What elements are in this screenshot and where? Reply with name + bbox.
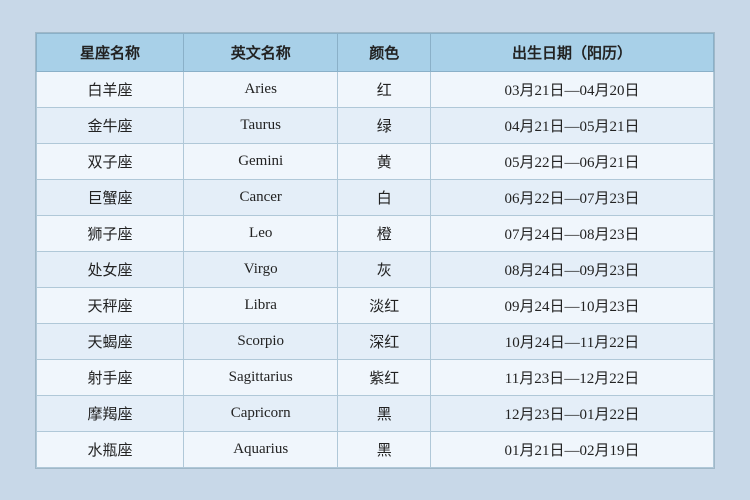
cell-9-1: Capricorn <box>183 395 337 431</box>
cell-5-0: 处女座 <box>37 251 184 287</box>
cell-10-0: 水瓶座 <box>37 431 184 467</box>
cell-6-0: 天秤座 <box>37 287 184 323</box>
cell-9-2: 黑 <box>338 395 431 431</box>
cell-10-2: 黑 <box>338 431 431 467</box>
cell-9-3: 12月23日—01月22日 <box>430 395 713 431</box>
header-birth-date: 出生日期（阳历） <box>430 33 713 71</box>
cell-2-0: 双子座 <box>37 143 184 179</box>
cell-1-2: 绿 <box>338 107 431 143</box>
cell-8-0: 射手座 <box>37 359 184 395</box>
cell-4-3: 07月24日—08月23日 <box>430 215 713 251</box>
cell-0-3: 03月21日—04月20日 <box>430 71 713 107</box>
cell-10-3: 01月21日—02月19日 <box>430 431 713 467</box>
table-row: 狮子座Leo橙07月24日—08月23日 <box>37 215 714 251</box>
cell-6-1: Libra <box>183 287 337 323</box>
zodiac-table-container: 星座名称 英文名称 颜色 出生日期（阳历） 白羊座Aries红03月21日—04… <box>35 32 715 469</box>
table-row: 巨蟹座Cancer白06月22日—07月23日 <box>37 179 714 215</box>
cell-7-0: 天蝎座 <box>37 323 184 359</box>
cell-8-1: Sagittarius <box>183 359 337 395</box>
cell-0-0: 白羊座 <box>37 71 184 107</box>
table-row: 天秤座Libra淡红09月24日—10月23日 <box>37 287 714 323</box>
header-chinese-name: 星座名称 <box>37 33 184 71</box>
cell-0-2: 红 <box>338 71 431 107</box>
cell-1-1: Taurus <box>183 107 337 143</box>
cell-6-2: 淡红 <box>338 287 431 323</box>
cell-2-2: 黄 <box>338 143 431 179</box>
cell-5-1: Virgo <box>183 251 337 287</box>
header-english-name: 英文名称 <box>183 33 337 71</box>
cell-5-3: 08月24日—09月23日 <box>430 251 713 287</box>
table-row: 白羊座Aries红03月21日—04月20日 <box>37 71 714 107</box>
cell-1-3: 04月21日—05月21日 <box>430 107 713 143</box>
cell-9-0: 摩羯座 <box>37 395 184 431</box>
cell-8-3: 11月23日—12月22日 <box>430 359 713 395</box>
zodiac-table: 星座名称 英文名称 颜色 出生日期（阳历） 白羊座Aries红03月21日—04… <box>36 33 714 468</box>
table-header-row: 星座名称 英文名称 颜色 出生日期（阳历） <box>37 33 714 71</box>
cell-4-2: 橙 <box>338 215 431 251</box>
table-row: 金牛座Taurus绿04月21日—05月21日 <box>37 107 714 143</box>
cell-7-1: Scorpio <box>183 323 337 359</box>
cell-7-3: 10月24日—11月22日 <box>430 323 713 359</box>
cell-2-1: Gemini <box>183 143 337 179</box>
cell-5-2: 灰 <box>338 251 431 287</box>
table-row: 双子座Gemini黄05月22日—06月21日 <box>37 143 714 179</box>
cell-3-3: 06月22日—07月23日 <box>430 179 713 215</box>
cell-4-1: Leo <box>183 215 337 251</box>
table-row: 处女座Virgo灰08月24日—09月23日 <box>37 251 714 287</box>
cell-0-1: Aries <box>183 71 337 107</box>
cell-6-3: 09月24日—10月23日 <box>430 287 713 323</box>
table-row: 水瓶座Aquarius黑01月21日—02月19日 <box>37 431 714 467</box>
table-row: 天蝎座Scorpio深红10月24日—11月22日 <box>37 323 714 359</box>
cell-3-1: Cancer <box>183 179 337 215</box>
cell-4-0: 狮子座 <box>37 215 184 251</box>
cell-3-2: 白 <box>338 179 431 215</box>
cell-8-2: 紫红 <box>338 359 431 395</box>
cell-2-3: 05月22日—06月21日 <box>430 143 713 179</box>
table-row: 射手座Sagittarius紫红11月23日—12月22日 <box>37 359 714 395</box>
table-row: 摩羯座Capricorn黑12月23日—01月22日 <box>37 395 714 431</box>
cell-3-0: 巨蟹座 <box>37 179 184 215</box>
cell-7-2: 深红 <box>338 323 431 359</box>
cell-1-0: 金牛座 <box>37 107 184 143</box>
header-color: 颜色 <box>338 33 431 71</box>
cell-10-1: Aquarius <box>183 431 337 467</box>
